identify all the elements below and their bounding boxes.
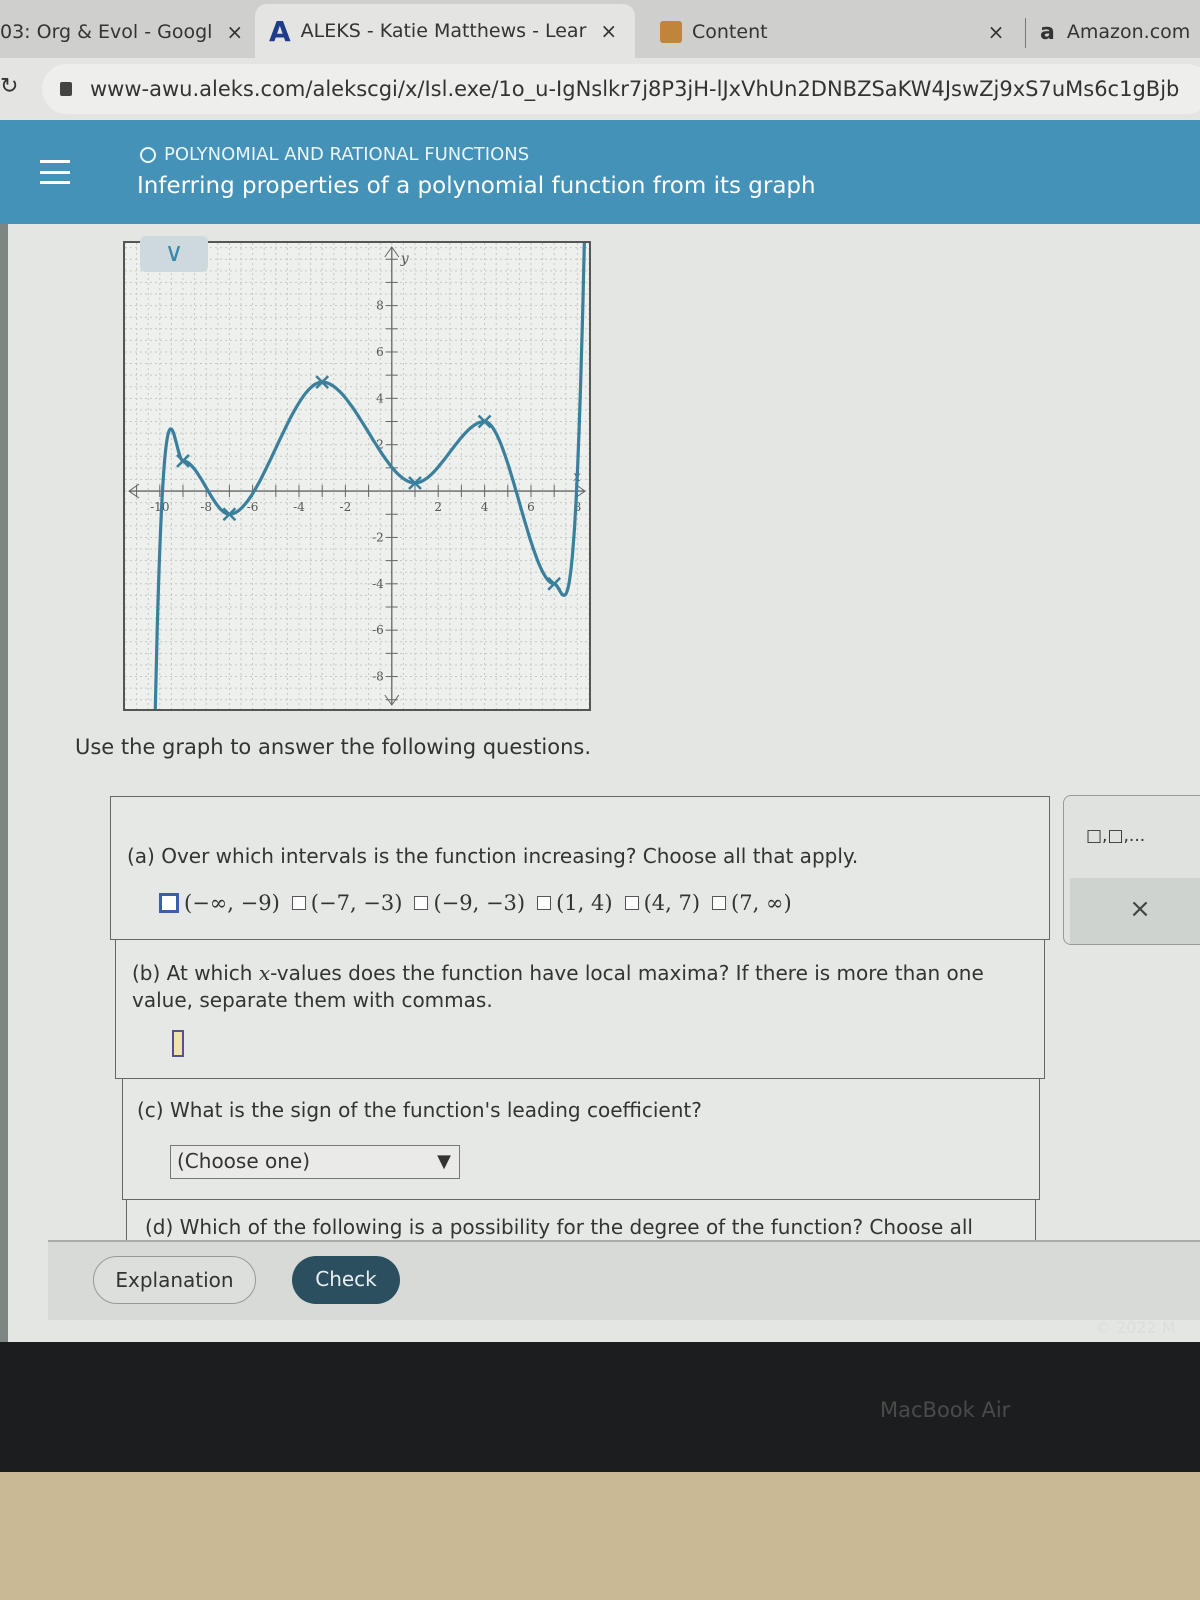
reload-icon[interactable]: ↻ <box>0 74 18 99</box>
pencil-icon <box>660 21 682 43</box>
y-axis-label: y <box>400 251 410 267</box>
topic-label: POLYNOMIAL AND RATIONAL FUNCTIONS <box>164 144 530 165</box>
dropdown-arrow-icon: ▼ <box>437 1151 451 1172</box>
x-tick-label: -2 <box>340 500 352 514</box>
question-c-prompt: (c) What is the sign of the function's l… <box>137 1098 702 1122</box>
question-b-prompt: (b) At which x-values does the function … <box>132 961 984 1012</box>
y-tick-label: -8 <box>372 670 384 684</box>
menu-icon[interactable] <box>40 160 70 184</box>
option-interval-2[interactable]: (−7, −3) <box>291 891 402 915</box>
left-edge <box>0 224 8 1342</box>
y-tick-label: -2 <box>372 530 384 544</box>
explanation-button[interactable]: Explanation <box>93 1256 256 1304</box>
question-d-prompt: (d) Which of the following is a possibil… <box>145 1215 973 1239</box>
tab-bar: 03: Org & Evol - Googl × A ALEKS - Katie… <box>0 0 1200 58</box>
y-tick-label: 4 <box>376 391 384 405</box>
tab-divider <box>1025 18 1026 48</box>
lock-icon <box>60 82 72 96</box>
tab-label: Content <box>692 21 768 43</box>
x-tick-label: 4 <box>481 500 489 514</box>
option-interval-3[interactable]: (−9, −3) <box>414 891 525 915</box>
close-tab-icon[interactable]: × <box>600 19 617 43</box>
y-tick-label: 6 <box>376 345 384 359</box>
tab-aleks[interactable]: A ALEKS - Katie Matthews - Lear × <box>255 4 635 58</box>
graph-svg: -10 -8 -6 -4 -2 2 4 6 88642-2-4-6-8xy <box>124 240 590 714</box>
checkbox[interactable] <box>159 893 179 913</box>
url-text: www-awu.aleks.com/alekscgi/x/Isl.exe/1o_… <box>90 77 1180 101</box>
tab-label: Amazon.com <box>1066 21 1191 43</box>
device-label: MacBook Air <box>880 1398 1011 1422</box>
tab-google-docs[interactable]: 03: Org & Evol - Googl × <box>0 12 243 52</box>
x-tick-label: 2 <box>434 500 442 514</box>
copyright: © 2022 M <box>1095 1318 1176 1337</box>
tab-label: ALEKS - Katie Matthews - Lear <box>300 20 587 42</box>
checkbox[interactable] <box>624 896 639 910</box>
local-maxima-input[interactable] <box>172 1030 184 1057</box>
aleks-logo-icon: A <box>269 14 291 48</box>
polynomial-graph: -10 -8 -6 -4 -2 2 4 6 8 8 6 4 2 -2 -4 -6 -8 x y <box>123 240 591 714</box>
page-header: POLYNOMIAL AND RATIONAL FUNCTIONS Inferr… <box>0 120 1200 224</box>
option-interval-4[interactable]: (1, 4) <box>537 891 613 915</box>
question-b: (b) At which x-values does the function … <box>115 939 1045 1079</box>
close-tab-icon[interactable]: × <box>988 20 1005 44</box>
tab-amazon[interactable]: a Amazon.com <box>1040 12 1190 52</box>
checkbox[interactable] <box>414 896 429 910</box>
url-field[interactable]: www-awu.aleks.com/alekscgi/x/Isl.exe/1o_… <box>42 64 1200 114</box>
topic-breadcrumb[interactable]: POLYNOMIAL AND RATIONAL FUNCTIONS <box>140 144 529 165</box>
collapse-graph-button[interactable]: ∨ <box>140 236 208 272</box>
template-button[interactable]: □,□,... <box>1086 826 1145 846</box>
circle-icon <box>140 146 156 163</box>
select-value: (Choose one) <box>177 1149 311 1173</box>
y-tick-label: -4 <box>372 577 384 591</box>
x-tick-label: -4 <box>293 500 305 514</box>
leading-coefficient-select[interactable]: (Choose one) ▼ <box>170 1145 460 1179</box>
checkbox[interactable] <box>712 896 727 910</box>
x-tick-label: 6 <box>527 500 535 514</box>
polynomial-curve <box>153 240 586 714</box>
address-bar-area: ↻ www-awu.aleks.com/alekscgi/x/Isl.exe/1… <box>0 58 1200 120</box>
option-interval-5[interactable]: (4, 7) <box>624 891 700 915</box>
question-c: (c) What is the sign of the function's l… <box>122 1078 1040 1200</box>
option-interval-6[interactable]: (7, ∞) <box>712 891 792 915</box>
option-interval-1[interactable]: (−∞, −9) <box>159 891 280 915</box>
instructions: Use the graph to answer the following qu… <box>75 735 592 759</box>
interval-options: (−∞, −9) (−7, −3) (−9, −3) (1, 4) (4, 7)… <box>159 891 804 915</box>
amazon-logo-icon: a <box>1040 19 1055 45</box>
clear-button[interactable]: × <box>1070 878 1200 944</box>
question-a: (a) Over which intervals is the function… <box>110 796 1050 940</box>
y-tick-label: 8 <box>376 299 384 313</box>
checkbox[interactable] <box>537 896 552 910</box>
checkbox[interactable] <box>291 896 306 910</box>
laptop-bezel: MacBook Air <box>0 1342 1200 1472</box>
question-a-prompt: (a) Over which intervals is the function… <box>127 844 859 868</box>
tab-label: 03: Org & Evol - Googl <box>0 21 213 43</box>
close-tab-icon[interactable]: × <box>226 20 243 44</box>
x-tick-label: -8 <box>200 500 212 514</box>
tab-content[interactable]: Content × <box>660 12 1004 52</box>
check-button[interactable]: Check <box>292 1256 400 1304</box>
y-tick-label: -6 <box>372 623 384 637</box>
page-title: Inferring properties of a polynomial fun… <box>137 173 816 199</box>
